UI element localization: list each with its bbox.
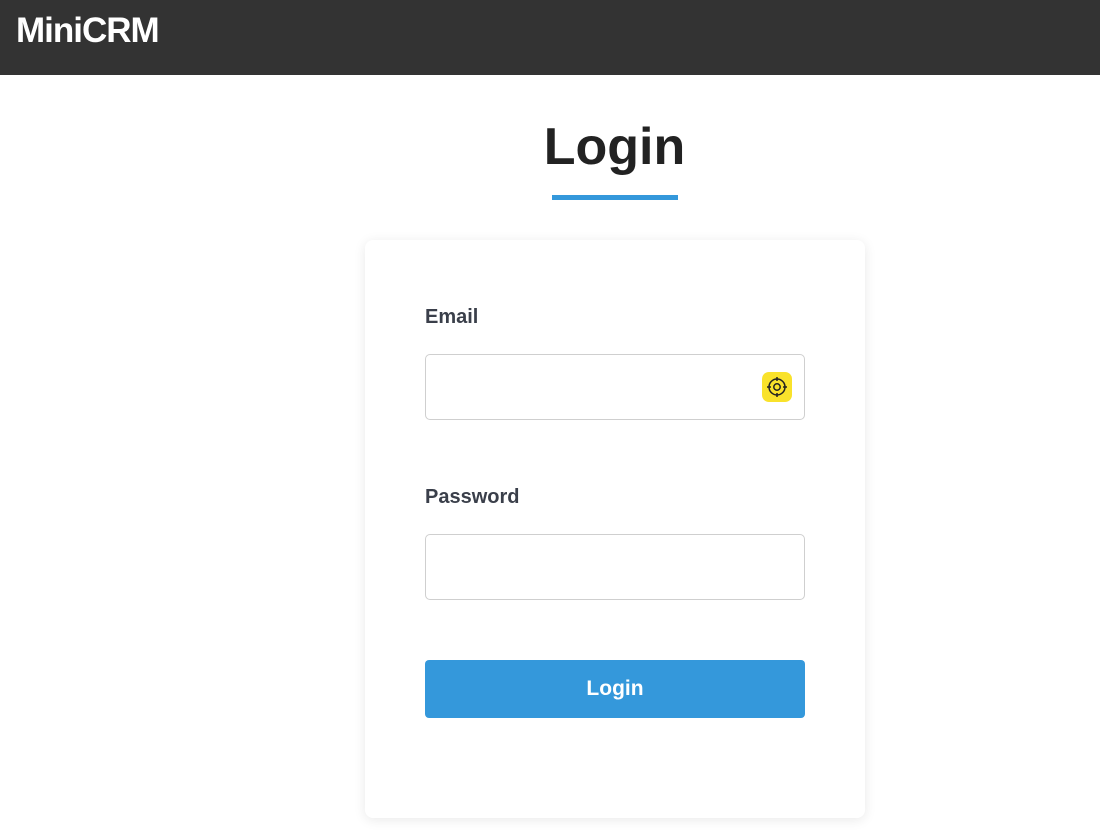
title-underline xyxy=(552,195,678,200)
password-label: Password xyxy=(425,486,520,508)
top-navbar: MiniCRM xyxy=(0,0,1100,75)
password-field[interactable] xyxy=(425,534,805,600)
page-title: Login xyxy=(543,118,686,176)
brand-logo-text[interactable]: MiniCRM xyxy=(16,10,160,52)
login-card: Email Password Login xyxy=(365,240,865,818)
login-button[interactable]: Login xyxy=(425,660,805,718)
email-field[interactable] xyxy=(425,354,805,420)
email-label: Email xyxy=(425,306,479,328)
crosshair-target-icon[interactable] xyxy=(762,372,792,402)
